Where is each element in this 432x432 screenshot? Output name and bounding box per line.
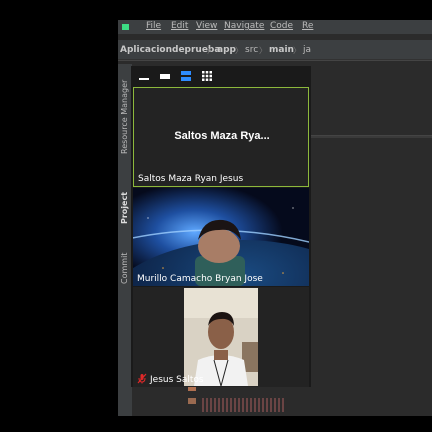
menu-refactor[interactable]: Re	[302, 21, 313, 31]
tool-window-sidebar: Resource Manager Project Commit	[118, 64, 132, 416]
participant-tile-jesus-saltos[interactable]: Jesus Saltos	[133, 287, 309, 387]
minimize-icon[interactable]	[138, 70, 150, 82]
breadcrumb-project[interactable]: Aplicaciondeprueba	[120, 45, 220, 55]
muted-microphone-icon	[137, 373, 147, 384]
participant-name-label: Jesus Saltos	[150, 375, 204, 385]
bottom-file-item-icon	[188, 398, 196, 404]
commit-tab[interactable]: Commit	[120, 253, 129, 284]
breadcrumb-main[interactable]: main	[269, 45, 294, 55]
breadcrumb-separator-icon: 〉	[293, 46, 301, 55]
breadcrumb-separator-icon: 〉	[259, 46, 267, 55]
breadcrumb-src[interactable]: src	[245, 45, 258, 55]
menu-file[interactable]: File	[146, 21, 161, 31]
breadcrumb-module[interactable]: app	[217, 45, 236, 55]
resource-manager-tab[interactable]: Resource Manager	[120, 80, 129, 154]
participant-name-label: Murillo Camacho Bryan Jose	[137, 274, 263, 284]
menu-navigate[interactable]: Navigate	[224, 21, 264, 31]
breadcrumb-separator-icon: 〉	[235, 46, 243, 55]
project-tab[interactable]: Project	[120, 192, 129, 224]
participant-video-feed	[133, 188, 309, 286]
participant-display-name: Saltos Maza Rya...	[174, 130, 270, 142]
gallery-view-icon[interactable]	[201, 70, 213, 82]
breadcrumb-separator-icon: 〉	[207, 46, 215, 55]
participant-tile-saltos-maza[interactable]: Saltos Maza Rya... Saltos Maza Ryan Jesu…	[133, 87, 309, 187]
menu-edit[interactable]: Edit	[171, 21, 188, 31]
partially-hidden-file-row	[202, 398, 286, 412]
menu-bar: File Edit View Navigate Code Re	[118, 20, 432, 34]
breadcrumb-java[interactable]: ja	[303, 45, 311, 55]
participant-video-feed	[184, 288, 258, 386]
toolbar-divider	[118, 60, 432, 61]
menu-view[interactable]: View	[196, 21, 217, 31]
breadcrumb: Aplicaciondeprueba 〉 app 〉 src 〉 main 〉 …	[118, 40, 432, 60]
participant-tile-murillo-camacho[interactable]: Murillo Camacho Bryan Jose	[133, 188, 309, 286]
thumbnail-icon[interactable]	[159, 70, 171, 82]
video-meeting-panel: Saltos Maza Rya... Saltos Maza Ryan Jesu…	[131, 66, 311, 387]
speaker-view-icon[interactable]	[180, 70, 192, 82]
participant-name-label: Saltos Maza Ryan Jesus	[138, 174, 244, 184]
android-studio-logo-icon	[122, 24, 129, 30]
view-options-bar	[131, 66, 311, 86]
menu-code[interactable]: Code	[270, 21, 293, 31]
editor-gutter	[310, 136, 432, 138]
